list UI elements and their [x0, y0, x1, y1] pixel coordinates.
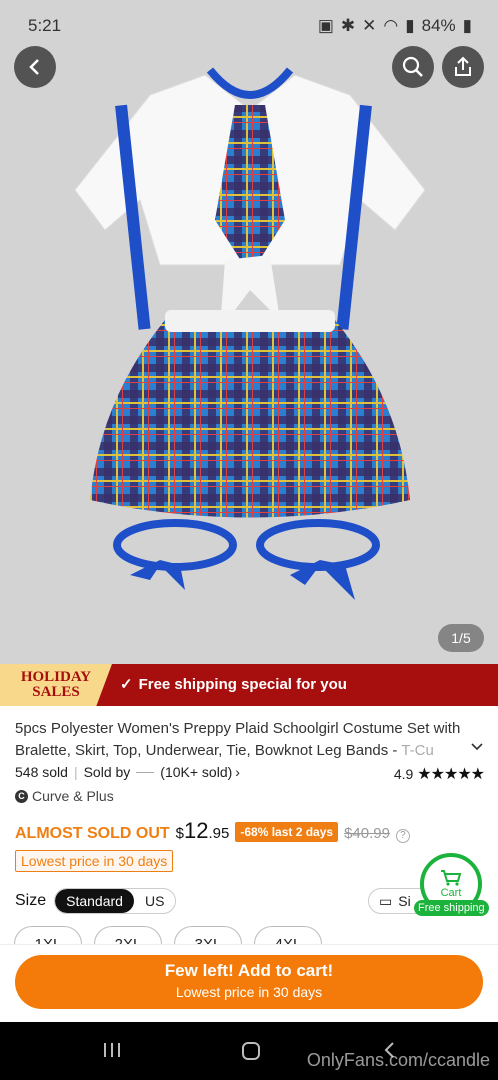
current-price: $12.95 [176, 818, 230, 844]
holiday-line1: HOLIDAY [20, 669, 92, 685]
original-price: $40.99 [344, 825, 390, 842]
watermark: OnlyFans.com/ccandle [306, 1050, 490, 1070]
rating-value: 4.9 [393, 766, 414, 782]
lowest-price-tag: Lowest price in 30 days [15, 850, 174, 872]
product-title-text: 5pcs Polyester Women's Preppy Plaid Scho… [15, 720, 461, 759]
price-whole: 12 [184, 818, 209, 843]
ruler-icon: ▭ [379, 892, 393, 909]
gallery-counter: 1/5 [438, 624, 484, 652]
product-image-gallery[interactable] [0, 0, 498, 664]
back-button[interactable] [14, 46, 56, 88]
status-time: 5:21 [28, 16, 62, 35]
info-icon[interactable]: ? [395, 829, 410, 843]
battery-icon: ▮ [462, 16, 472, 35]
size-row: Size Standard US [15, 888, 177, 914]
footer-bar: Few left! Add to cart! Lowest price in 3… [0, 944, 498, 1022]
mute-icon: ✕ [362, 16, 377, 35]
seller-link[interactable]: (10K+ sold) [160, 764, 232, 780]
price-cents: .95 [208, 825, 230, 842]
cta-subtitle: Lowest price in 30 days [175, 984, 323, 1000]
recents-icon[interactable] [102, 1040, 122, 1060]
price-currency: $ [175, 825, 184, 842]
holiday-sales-badge: HOLIDAY SALES [0, 664, 112, 706]
rating[interactable]: 4.9 ★★★★★ [393, 764, 485, 784]
holiday-line2: SALES [32, 684, 80, 700]
chevron-left-icon [29, 59, 39, 75]
chevron-down-icon[interactable] [470, 740, 484, 754]
cart-icon [441, 870, 462, 886]
size-label: Size [15, 892, 47, 909]
share-button[interactable] [442, 46, 484, 88]
promo-banner[interactable]: HOLIDAY SALES ✓ Free shipping special fo… [0, 664, 498, 706]
sold-count: 548 sold [15, 764, 68, 780]
free-shipping-badge: Free shipping [414, 900, 489, 916]
size-guide-label: Si [398, 893, 411, 909]
discount-badge: -68% last 2 days [235, 822, 339, 842]
home-icon[interactable] [240, 1040, 262, 1062]
brand-name: Curve & Plus [32, 788, 114, 804]
battery-percent: 84% [421, 16, 456, 35]
brand-icon: C [15, 789, 28, 803]
bluetooth-icon: ✱ [340, 16, 356, 35]
size-standard-toggle[interactable]: Standard US [54, 888, 177, 914]
cta-title: Few left! Add to cart! [164, 961, 334, 980]
signal-icon: ▮ [405, 16, 415, 35]
brand-row[interactable]: C Curve & Plus [15, 788, 114, 804]
product-image [0, 0, 498, 664]
product-title[interactable]: 5pcs Polyester Women's Preppy Plaid Scho… [15, 718, 475, 762]
chevron-right-icon[interactable]: › [235, 764, 240, 780]
wifi-icon: ◠ [383, 16, 399, 35]
us-option[interactable]: US [134, 889, 175, 913]
search-icon [402, 56, 423, 77]
status-bar: 5:21 ▣ ✱ ✕ ◠ ▮ 84% ▮ [0, 0, 498, 52]
price-row: ALMOST SOLD OUT $12.95 -68% last 2 days … [15, 818, 410, 844]
sold-by-label: Sold by [83, 764, 131, 780]
product-title-fade: T-Cu [401, 742, 434, 759]
rating-stars: ★★★★★ [417, 766, 485, 783]
check-icon: ✓ [120, 676, 133, 693]
add-to-cart-button[interactable]: Few left! Add to cart! Lowest price in 3… [15, 955, 483, 1009]
search-button[interactable] [392, 46, 434, 88]
nfc-icon: ▣ [317, 16, 334, 35]
banner-message: Free shipping special for you [138, 675, 347, 693]
standard-option[interactable]: Standard [55, 889, 134, 913]
urgency-label: ALMOST SOLD OUT [15, 825, 170, 842]
share-icon [455, 56, 471, 76]
cart-label: Cart [440, 887, 462, 899]
